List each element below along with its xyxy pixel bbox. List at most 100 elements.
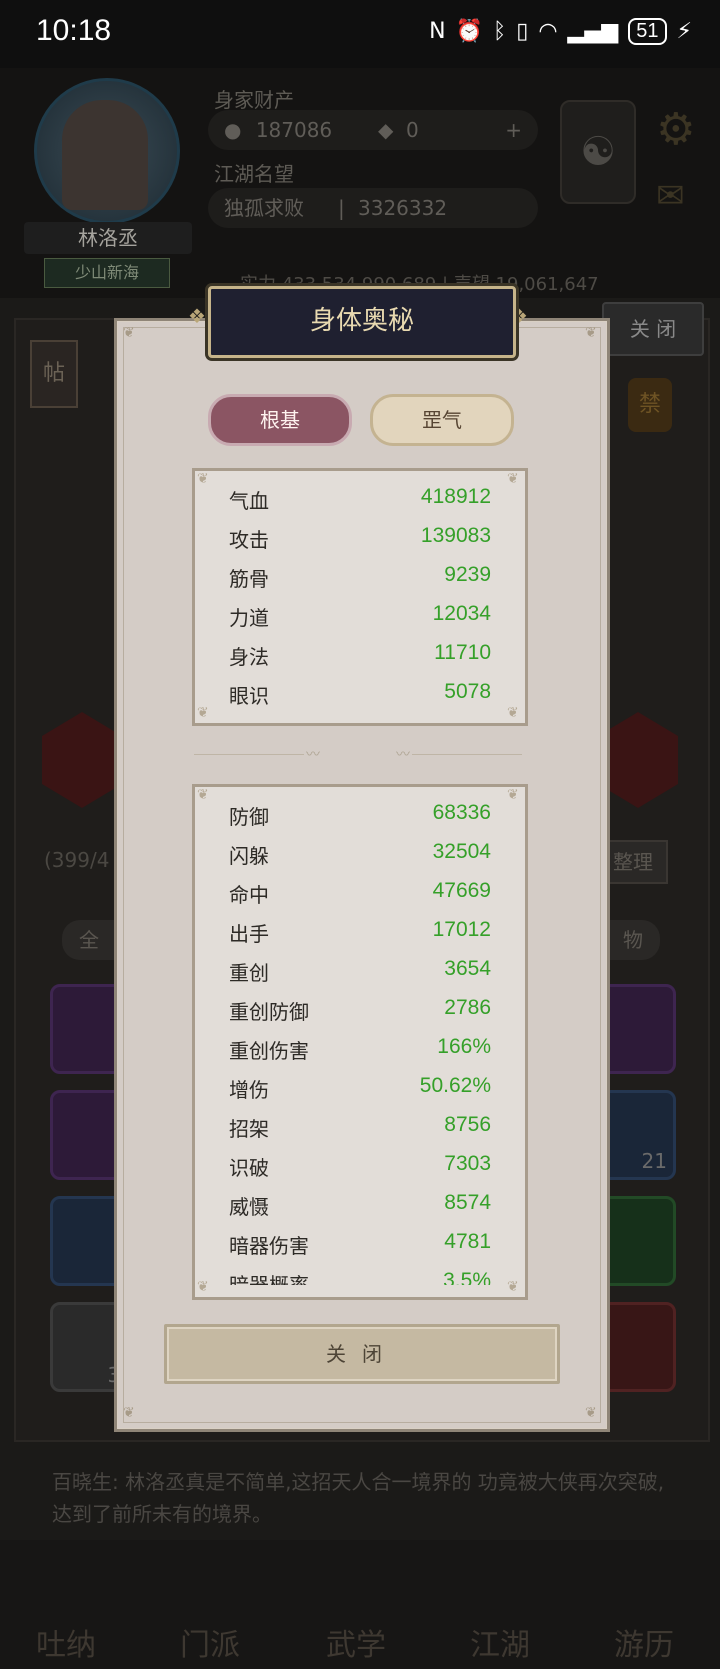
- player-sect: 少山新海: [44, 258, 170, 288]
- stat-value: 50.62%: [419, 1074, 491, 1097]
- stat-value: 68336: [432, 801, 491, 824]
- stat-row: 重创伤害 166%: [229, 1035, 491, 1074]
- tab-foundation[interactable]: 根基: [208, 394, 352, 446]
- stat-value: 9239: [444, 563, 491, 586]
- gold-icon: ●: [224, 118, 242, 142]
- stat-name: 筋骨: [229, 567, 269, 591]
- stat-name: 增伤: [229, 1078, 269, 1102]
- fame-label: 江湖名望: [214, 162, 294, 186]
- stat-row: 防御 68336: [229, 801, 491, 840]
- stat-name: 力道: [229, 606, 269, 630]
- secondary-stats-panel[interactable]: ❦ ❦ ❦ ❦ 防御 68336 闪躲 32504 命中 47669 出手 17012 重创 36…: [192, 784, 528, 1300]
- stat-row: 身法 11710: [229, 641, 491, 680]
- stat-value: 139083: [420, 524, 491, 547]
- stat-value: 32504: [432, 840, 491, 863]
- status-icons: N ⏰ ᛒ ▯ ◠ ▂▄▆ 51 ⚡: [429, 18, 692, 45]
- stat-row: 重创防御 2786: [229, 996, 491, 1035]
- wealth-bar: ● 187086 ◆ 0 +: [208, 110, 538, 150]
- stat-name: 眼识: [229, 684, 269, 708]
- status-bar: 10:18 N ⏰ ᛒ ▯ ◠ ▂▄▆ 51 ⚡: [0, 0, 720, 68]
- fame-bar: 独孤求败 | 3326332: [208, 188, 538, 228]
- stat-row: 攻击 139083: [229, 524, 491, 563]
- corner-ornament: ❦: [123, 1405, 135, 1421]
- jade-icon: ◆: [378, 118, 394, 142]
- chat-message: 百晓生: 林洛丞真是不简单,这招天人合一境界的 功竟被大侠再次突破,达到了前所未…: [52, 1470, 665, 1526]
- stat-value: 166%: [437, 1035, 491, 1058]
- stat-name: 重创伤害: [229, 1039, 309, 1063]
- close-top-button[interactable]: 关 闭: [602, 302, 704, 356]
- item-count: 21: [641, 1149, 667, 1173]
- stat-row: 增伤 50.62%: [229, 1074, 491, 1113]
- primary-stats-panel: ❦ ❦ ❦ ❦ 气血 418912 攻击 139083 筋骨 9239 力道 12034 身法 1…: [192, 468, 528, 726]
- alarm-icon: ⏰: [455, 19, 484, 44]
- dialog-title: 身体奥秘: [208, 286, 516, 358]
- section-divider: 〰 〰: [194, 747, 522, 763]
- stat-name: 识破: [229, 1156, 269, 1180]
- charging-icon: ⚡: [676, 19, 692, 44]
- gold-amount: 187086: [255, 118, 333, 142]
- stat-value: 4781: [444, 1230, 491, 1253]
- corner-ornament: ❦: [197, 705, 209, 721]
- fame-title: 独孤求败: [224, 196, 304, 220]
- stat-value: 3654: [444, 957, 491, 980]
- add-currency-icon: +: [505, 118, 522, 142]
- nav-travel: 游历: [614, 1628, 674, 1663]
- title-ornament-left: ❖: [188, 304, 206, 328]
- stat-value: 47669: [432, 879, 491, 902]
- corner-ornament: ❦: [123, 325, 135, 341]
- nav-jianghu: 江湖: [470, 1628, 530, 1663]
- stat-row: 重创 3654: [229, 957, 491, 996]
- stat-name: 重创: [229, 961, 269, 985]
- stat-value: 8756: [444, 1113, 491, 1136]
- stat-name: 暗器伤害: [229, 1234, 309, 1258]
- stat-row: 识破 7303: [229, 1152, 491, 1191]
- filter-items: 物: [606, 920, 660, 960]
- corner-ornament: ❦: [507, 471, 519, 487]
- stat-value: 11710: [434, 641, 491, 664]
- stat-row: 力道 12034: [229, 602, 491, 641]
- stat-value: 5078: [444, 680, 491, 703]
- stat-row: 招架 8756: [229, 1113, 491, 1152]
- stat-value: 8574: [444, 1191, 491, 1214]
- stat-row: 威慑 8574: [229, 1191, 491, 1230]
- post-icon: 帖: [30, 340, 78, 408]
- banned-icon: 禁: [628, 378, 672, 432]
- stat-row: 暗器伤害 4781: [229, 1230, 491, 1269]
- stat-row: 气血 418912: [229, 485, 491, 524]
- stat-row: 筋骨 9239: [229, 563, 491, 602]
- stat-value: 3.5%: [443, 1269, 491, 1285]
- status-time: 10:18: [36, 14, 112, 47]
- stat-name: 暗器概率: [229, 1273, 309, 1285]
- jade-amount: 0: [406, 118, 419, 142]
- corner-ornament: ❦: [585, 1405, 597, 1421]
- nav-breathe: 吐纳: [36, 1628, 96, 1663]
- corner-ornament: ❦: [507, 705, 519, 721]
- corner-ornament: ❦: [585, 325, 597, 341]
- stat-row: 出手 17012: [229, 918, 491, 957]
- corner-ornament: ❦: [197, 471, 209, 487]
- stat-value: 17012: [432, 918, 491, 941]
- mail-icon: ✉: [656, 176, 685, 216]
- stat-name: 攻击: [229, 528, 269, 552]
- nfc-icon: N: [429, 19, 446, 44]
- stat-name: 出手: [229, 922, 269, 946]
- stat-row: 闪躲 32504: [229, 840, 491, 879]
- fame-value: 3326332: [358, 196, 448, 220]
- secondary-stats-scroll[interactable]: 防御 68336 闪躲 32504 命中 47669 出手 17012 重创 3654 重创防御 27…: [195, 787, 525, 1285]
- nav-martial: 武学: [326, 1628, 386, 1663]
- wifi-icon: ◠: [538, 19, 558, 44]
- gear-icon: ⚙: [656, 104, 696, 155]
- bag-count: (399/4: [44, 848, 110, 872]
- stat-value: 2786: [444, 996, 491, 1019]
- stat-row: 暗器概率 3.5%: [229, 1269, 491, 1285]
- stat-value: 12034: [432, 602, 491, 625]
- stat-value: 7303: [444, 1152, 491, 1175]
- stat-row: 眼识 5078: [229, 680, 491, 719]
- taiji-icon: ☯: [560, 100, 636, 204]
- stat-name: 命中: [229, 883, 269, 907]
- tab-qi[interactable]: 罡气: [370, 394, 514, 446]
- signal-icon: ▂▄▆: [567, 19, 619, 44]
- stat-name: 气血: [229, 489, 269, 513]
- stat-name: 威慑: [229, 1195, 269, 1219]
- close-button[interactable]: 关闭: [164, 1324, 560, 1384]
